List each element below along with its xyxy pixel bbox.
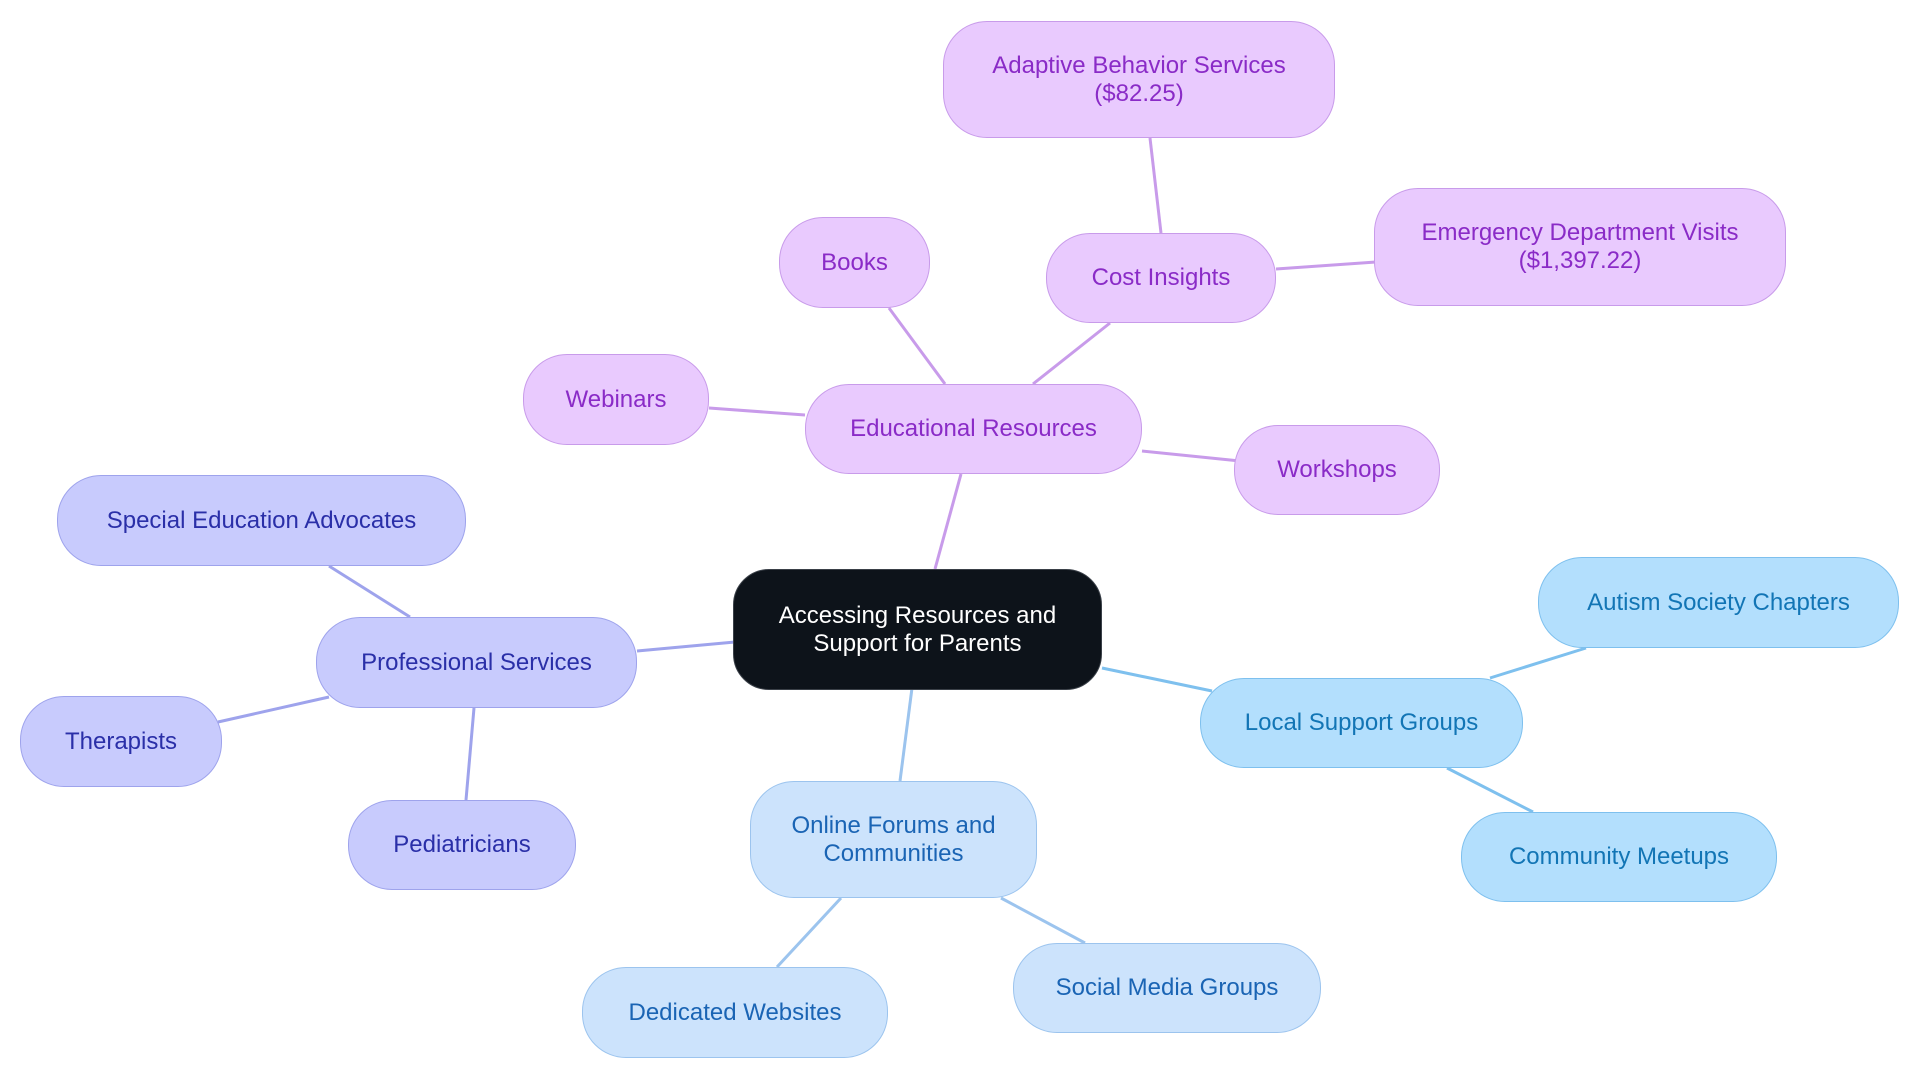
node-emergency-department-visits[interactable]: Emergency Department Visits ($1,397.22): [1374, 188, 1786, 306]
node-webinars[interactable]: Webinars: [523, 354, 709, 445]
edge-root-edu: [933, 473, 963, 570]
edge-edu-books: [887, 307, 947, 385]
node-autism-society-chapters[interactable]: Autism Society Chapters: [1538, 557, 1899, 648]
edge-prof-ther: [217, 695, 330, 724]
node-educational-resources[interactable]: Educational Resources: [805, 384, 1142, 474]
edge-local-autism: [1489, 646, 1587, 680]
edge-cost-edv: [1275, 260, 1377, 271]
node-local-support-groups[interactable]: Local Support Groups: [1200, 678, 1523, 768]
node-community-meetups[interactable]: Community Meetups: [1461, 812, 1777, 902]
node-cost-insights[interactable]: Cost Insights: [1046, 233, 1276, 323]
node-workshops[interactable]: Workshops: [1234, 425, 1440, 515]
edge-root-local: [1101, 666, 1213, 693]
edge-prof-ped: [464, 707, 476, 801]
edge-prof-sea: [328, 564, 411, 619]
edge-online-social: [1000, 896, 1086, 945]
edge-root-online: [898, 687, 914, 782]
edge-local-meetups: [1446, 766, 1534, 814]
node-pediatricians[interactable]: Pediatricians: [348, 800, 576, 890]
node-dedicated-websites[interactable]: Dedicated Websites: [582, 967, 888, 1058]
mind-map-canvas: Accessing Resources and Support for Pare…: [0, 0, 1920, 1083]
edge-online-web: [775, 896, 843, 969]
node-therapists[interactable]: Therapists: [20, 696, 222, 787]
node-social-media-groups[interactable]: Social Media Groups: [1013, 943, 1321, 1033]
node-special-education-advocates[interactable]: Special Education Advocates: [57, 475, 466, 566]
node-online-forums[interactable]: Online Forums and Communities: [750, 781, 1037, 898]
edge-root-prof: [636, 640, 736, 653]
node-professional-services[interactable]: Professional Services: [316, 617, 637, 708]
edge-edu-workshops: [1141, 449, 1241, 463]
node-adaptive-behavior-services[interactable]: Adaptive Behavior Services ($82.25): [943, 21, 1335, 138]
edge-edu-cost: [1032, 321, 1111, 386]
edge-edu-webinars: [708, 406, 806, 417]
root-node[interactable]: Accessing Resources and Support for Pare…: [733, 569, 1102, 690]
edge-cost-abs: [1148, 137, 1163, 234]
node-books[interactable]: Books: [779, 217, 930, 308]
